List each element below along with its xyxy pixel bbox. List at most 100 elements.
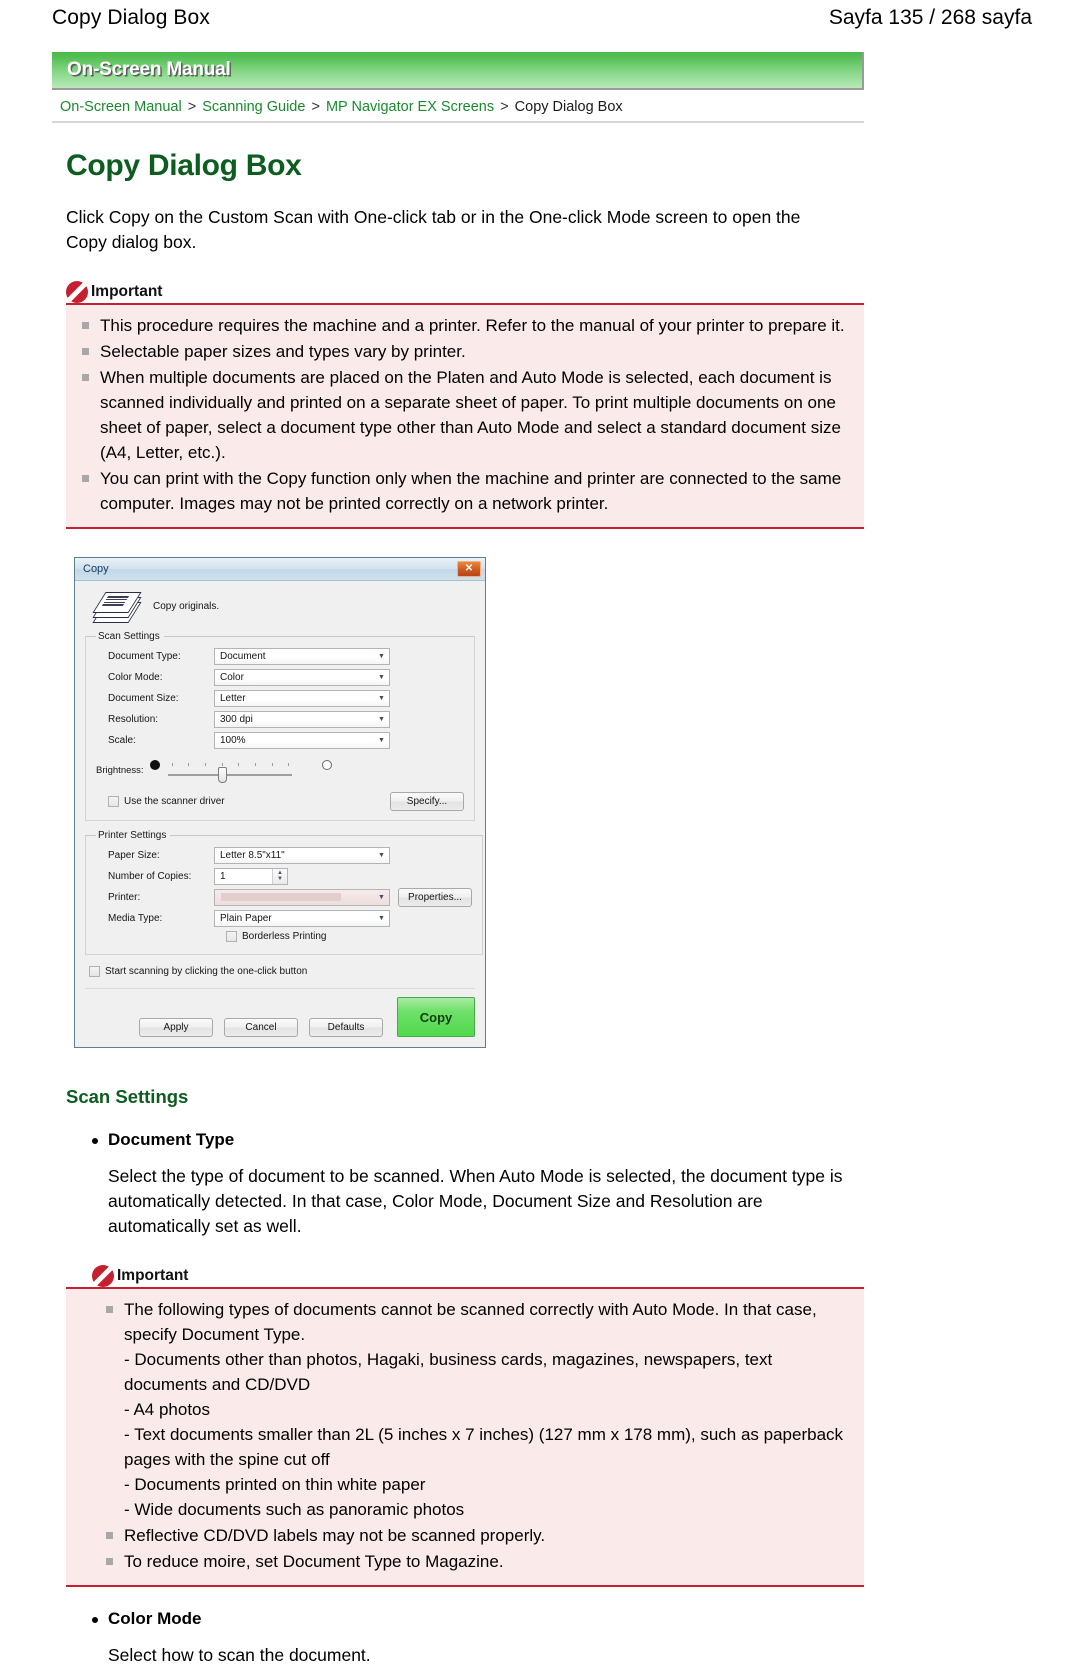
color-mode-select[interactable]: Color ▼ <box>214 668 390 686</box>
breadcrumb-item-on-screen-manual[interactable]: On-Screen Manual <box>60 99 182 115</box>
list-item: This procedure requires the machine and … <box>76 313 850 338</box>
borderless-printing-row: Borderless Printing <box>96 931 472 945</box>
scan-settings-group: Scan Settings Document Type: Document ▼ … <box>85 631 475 821</box>
slider-track <box>167 774 292 776</box>
media-type-label: Media Type: <box>108 912 163 924</box>
printer-row: Printer: ▼ Properties... <box>96 887 472 907</box>
cancel-button[interactable]: Cancel <box>224 1018 298 1037</box>
document-size-row: Document Size: Letter ▼ <box>96 688 464 708</box>
printer-label: Printer: <box>108 891 141 903</box>
breadcrumb-item-mp-navigator-ex-screens[interactable]: MP Navigator EX Screens <box>326 99 494 115</box>
checkbox-icon <box>108 796 119 807</box>
document-size-select[interactable]: Letter ▼ <box>214 689 390 707</box>
slider-thumb[interactable] <box>217 767 227 783</box>
important-heading-2: Important <box>92 1265 864 1287</box>
breadcrumb-separator: > <box>187 99 197 115</box>
resolution-select[interactable]: 300 dpi ▼ <box>214 710 390 728</box>
use-scanner-driver-checkbox[interactable]: Use the scanner driver <box>108 796 225 807</box>
paper-size-label: Paper Size: <box>108 849 160 861</box>
color-mode-value: Color <box>220 671 244 683</box>
printer-settings-legend: Printer Settings <box>98 830 167 841</box>
no-entry-icon <box>66 281 88 303</box>
borderless-printing-checkbox[interactable]: Borderless Printing <box>226 931 326 942</box>
printer-value-redacted <box>221 893 341 901</box>
copy-dialog-screenshot: Copy ✕ Copy originals. Scan Settings Doc… <box>74 557 486 1048</box>
breadcrumb-separator: > <box>500 99 509 115</box>
subsection-heading-document-type: Document Type <box>92 1130 864 1150</box>
subsection-body-document-type: Select the type of document to be scanne… <box>108 1166 843 1236</box>
brightness-row: Brightness: <box>96 754 464 786</box>
use-scanner-driver-label: Use the scanner driver <box>124 796 225 807</box>
media-type-value: Plain Paper <box>220 912 272 924</box>
dialog-title: Copy <box>83 563 109 575</box>
use-scanner-driver-row: Use the scanner driver Specify... <box>96 792 464 811</box>
page-title: Copy Dialog Box <box>66 149 302 182</box>
brightness-slider[interactable] <box>144 756 332 784</box>
one-click-row: Start scanning by clicking the one-click… <box>85 964 475 980</box>
stepper-arrows-icon[interactable]: ▲ ▼ <box>272 868 287 884</box>
document-type-row: Document Type: Document ▼ <box>96 646 464 666</box>
intro-paragraph: Click Copy on the Custom Scan with One-c… <box>66 207 801 252</box>
properties-button[interactable]: Properties... <box>398 887 472 907</box>
on-screen-manual-banner: On-Screen Manual <box>52 52 864 90</box>
breadcrumb-item-scanning-guide[interactable]: Scanning Guide <box>202 99 305 115</box>
paper-size-value: Letter 8.5"x11" <box>220 849 285 861</box>
specify-button[interactable]: Specify... <box>390 792 464 811</box>
chevron-down-icon: ▼ <box>378 851 385 859</box>
dialog-footer: Apply Cancel Defaults Copy <box>85 989 475 1037</box>
important-label: Important <box>117 1267 189 1284</box>
page-number-indicator: Sayfa 135 / 268 sayfa <box>828 6 1032 29</box>
printer-select[interactable]: ▼ <box>214 888 390 906</box>
media-type-select[interactable]: Plain Paper ▼ <box>214 909 390 927</box>
important-callout-2: The following types of documents cannot … <box>66 1287 864 1587</box>
chevron-down-icon: ▼ <box>378 893 385 901</box>
light-dot-icon <box>321 760 332 770</box>
start-scanning-one-click-label: Start scanning by clicking the one-click… <box>105 966 308 977</box>
important-label: Important <box>91 283 163 300</box>
document-type-value: Document <box>220 650 266 662</box>
important-heading-1: Important <box>66 281 864 303</box>
number-of-copies-label: Number of Copies: <box>108 870 192 882</box>
printer-settings-group: Printer Settings Paper Size: Letter 8.5"… <box>85 830 483 955</box>
dialog-body: Copy originals. Scan Settings Document T… <box>75 581 485 1047</box>
chevron-down-icon: ▼ <box>378 694 385 702</box>
chevron-down-icon: ▼ <box>378 736 385 744</box>
start-scanning-one-click-checkbox[interactable]: Start scanning by clicking the one-click… <box>89 966 307 977</box>
scale-select[interactable]: 100% ▼ <box>214 731 390 749</box>
media-type-row: Media Type: Plain Paper ▼ <box>96 908 472 928</box>
scale-value: 100% <box>220 734 246 746</box>
manual-body: Copy Dialog Box Click Copy on the Custom… <box>52 149 864 1668</box>
chevron-down-icon: ▼ <box>378 652 385 660</box>
chevron-down-icon: ▼ <box>378 715 385 723</box>
document-type-select[interactable]: Document ▼ <box>214 647 390 665</box>
dialog-intro-text: Copy originals. <box>153 600 220 612</box>
checkbox-icon <box>89 966 100 977</box>
scale-row: Scale: 100% ▼ <box>96 730 464 750</box>
subsection-heading-color-mode: Color Mode <box>92 1609 864 1629</box>
document-type-label: Document Type: <box>108 650 181 662</box>
list-item: When multiple documents are placed on th… <box>76 365 850 465</box>
paper-size-select[interactable]: Letter 8.5"x11" ▼ <box>214 846 390 864</box>
list-item: Selectable paper sizes and types vary by… <box>76 339 850 364</box>
color-mode-label: Color Mode: <box>108 671 163 683</box>
resolution-value: 300 dpi <box>220 713 253 725</box>
section-title-scan-settings: Scan Settings <box>66 1086 189 1107</box>
resolution-label: Resolution: <box>108 713 159 725</box>
checkbox-icon <box>226 931 237 942</box>
important-callout-1: This procedure requires the machine and … <box>66 303 864 529</box>
manual-container: On-Screen Manual On-Screen Manual > Scan… <box>52 52 864 1668</box>
number-of-copies-stepper[interactable]: 1 ▲ ▼ <box>214 867 288 885</box>
dialog-intro: Copy originals. <box>85 581 475 631</box>
resolution-row: Resolution: 300 dpi ▼ <box>96 709 464 729</box>
apply-button[interactable]: Apply <box>139 1018 213 1037</box>
scale-label: Scale: <box>108 734 136 746</box>
chevron-down-icon: ▼ <box>378 914 385 922</box>
important-list-1: This procedure requires the machine and … <box>76 313 850 516</box>
borderless-printing-label: Borderless Printing <box>242 931 327 942</box>
breadcrumb-separator: > <box>311 99 320 115</box>
important-list-2: The following types of documents cannot … <box>76 1297 850 1574</box>
page-print-title: Copy Dialog Box <box>52 6 210 29</box>
close-icon[interactable]: ✕ <box>457 561 481 577</box>
defaults-button[interactable]: Defaults <box>309 1018 383 1037</box>
copy-button[interactable]: Copy <box>397 997 475 1037</box>
